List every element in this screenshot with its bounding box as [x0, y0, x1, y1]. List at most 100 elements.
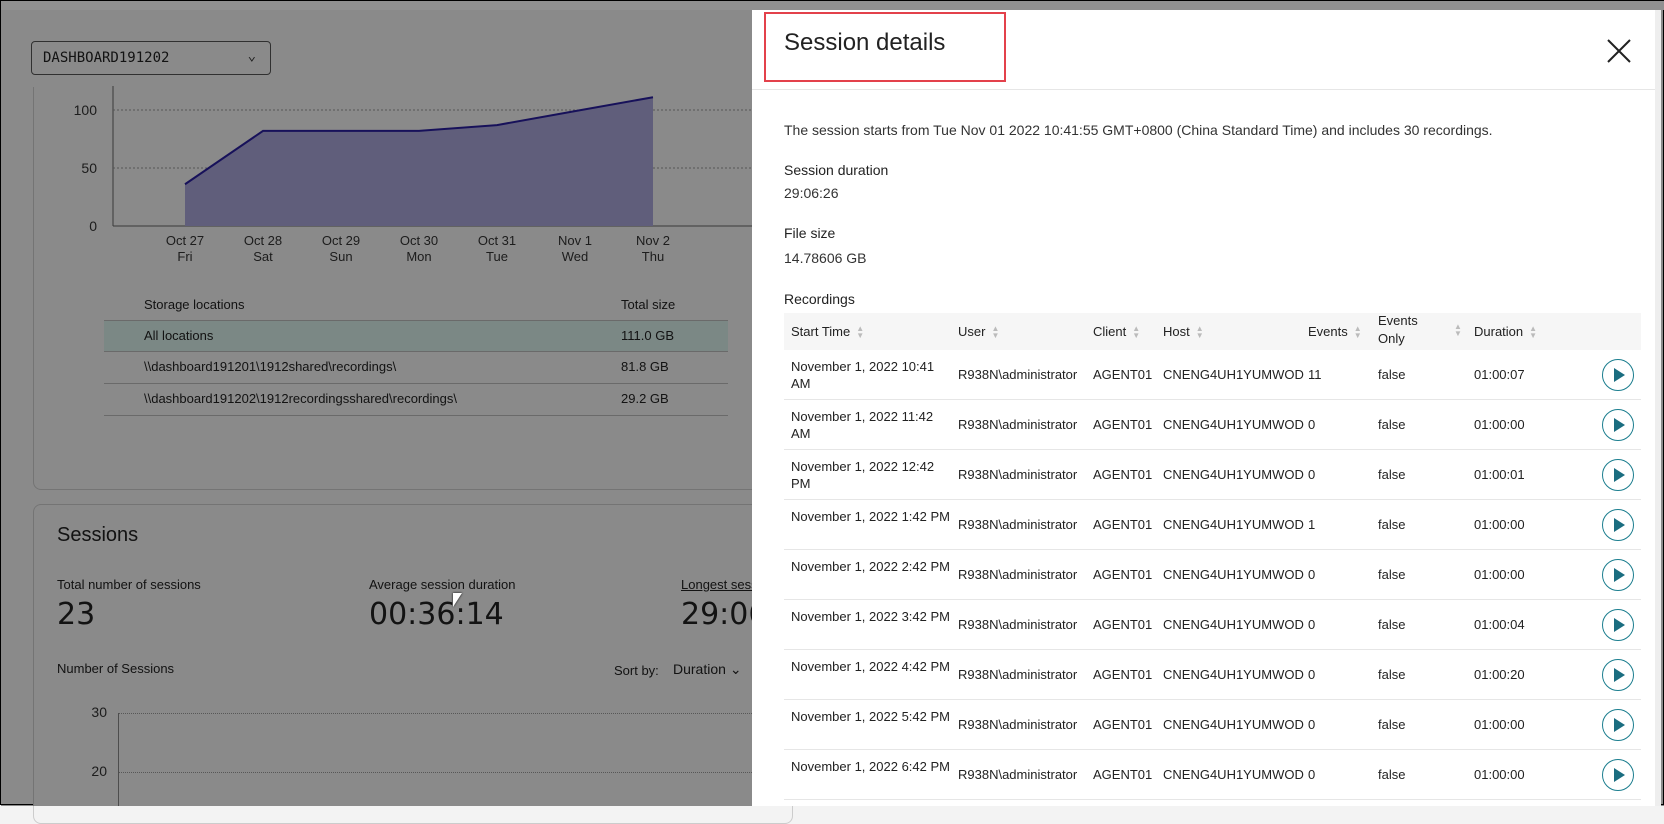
cell-events: 0 — [1308, 617, 1316, 632]
column-header-label: User — [958, 324, 986, 339]
recording-row: November 1, 2022 4:42 PM R938N\administra… — [784, 650, 1641, 700]
cell-user: R938N\administrator — [958, 417, 1078, 432]
cell-events-only: false — [1378, 567, 1406, 582]
mouse-cursor — [453, 593, 462, 607]
cell-host: CNENG4UH1YUMWOD — [1163, 567, 1304, 582]
divider — [752, 89, 1655, 90]
play-button[interactable] — [1602, 459, 1634, 491]
cell-start: November 1, 2022 10:41 AM — [791, 359, 935, 391]
file-size-label: File size — [784, 225, 836, 241]
column-header-label: Host — [1163, 324, 1190, 339]
cell-start: November 1, 2022 5:42 PM — [791, 709, 950, 724]
column-header[interactable]: Start Time ▲ ▼ — [791, 324, 864, 339]
column-header[interactable]: Events Only ▲ ▼ — [1378, 312, 1462, 348]
cell-user: R938N\administrator — [958, 567, 1078, 582]
play-button[interactable] — [1602, 759, 1634, 791]
cell-events-only: false — [1378, 417, 1406, 432]
cell-client: AGENT01 — [1093, 617, 1153, 632]
sort-icon: ▲ ▼ — [856, 323, 865, 340]
cell-events: 0 — [1308, 717, 1316, 732]
play-button[interactable] — [1602, 709, 1634, 741]
recording-row: November 1, 2022 1:42 PM R938N\administra… — [784, 500, 1641, 550]
cell-host: CNENG4UH1YUMWOD — [1163, 517, 1304, 532]
column-header-label: Duration — [1474, 324, 1524, 339]
cell-events-only: false — [1378, 667, 1406, 682]
cell-client: AGENT01 — [1093, 417, 1153, 432]
file-size-value: 14.78606 GB — [784, 250, 867, 266]
cell-client: AGENT01 — [1093, 567, 1153, 582]
sort-icon: ▲ ▼ — [1132, 323, 1141, 340]
sort-icon: ▲ ▼ — [1195, 323, 1204, 340]
cell-events-only: false — [1378, 517, 1406, 532]
cell-events-only: false — [1378, 367, 1406, 382]
recordings-label: Recordings — [784, 291, 855, 307]
cell-events-only: false — [1378, 467, 1406, 482]
column-header[interactable]: Host ▲ ▼ — [1163, 324, 1204, 339]
cell-events-only: false — [1378, 717, 1406, 732]
play-button[interactable] — [1602, 659, 1634, 691]
cell-client: AGENT01 — [1093, 767, 1153, 782]
cell-duration: 01:00:00 — [1474, 767, 1525, 782]
play-button[interactable] — [1602, 609, 1634, 641]
cell-host: CNENG4UH1YUMWOD — [1163, 367, 1304, 382]
column-header[interactable]: User ▲ ▼ — [958, 324, 999, 339]
play-button[interactable] — [1602, 409, 1634, 441]
close-icon[interactable] — [1604, 36, 1634, 66]
recording-row: November 1, 2022 11:42 AM R938N\administr… — [784, 400, 1641, 450]
session-details-panel: Session details The session starts from … — [752, 10, 1661, 806]
sort-icon: ▲ ▼ — [1529, 323, 1538, 340]
cell-start: November 1, 2022 4:42 PM — [791, 659, 950, 674]
play-button[interactable] — [1602, 359, 1634, 391]
column-header[interactable]: Events ▲ ▼ — [1308, 324, 1362, 339]
cell-client: AGENT01 — [1093, 717, 1153, 732]
cell-user: R938N\administrator — [958, 667, 1078, 682]
cell-host: CNENG4UH1YUMWOD — [1163, 717, 1304, 732]
cell-host: CNENG4UH1YUMWOD — [1163, 667, 1304, 682]
cell-user: R938N\administrator — [958, 467, 1078, 482]
cell-duration: 01:00:00 — [1474, 517, 1525, 532]
cell-user: R938N\administrator — [958, 717, 1078, 732]
cell-duration: 01:00:01 — [1474, 467, 1525, 482]
column-header-label: Client — [1093, 324, 1127, 339]
play-button[interactable] — [1602, 559, 1634, 591]
cell-duration: 01:00:00 — [1474, 567, 1525, 582]
cell-client: AGENT01 — [1093, 667, 1153, 682]
cell-user: R938N\administrator — [958, 617, 1078, 632]
cell-user: R938N\administrator — [958, 517, 1078, 532]
sort-icon: ▲ ▼ — [1353, 323, 1362, 340]
cell-duration: 01:00:20 — [1474, 667, 1525, 682]
column-header-label: Events Only — [1378, 313, 1418, 346]
cell-events: 0 — [1308, 467, 1316, 482]
cell-duration: 01:00:00 — [1474, 417, 1525, 432]
cell-events-only: false — [1378, 617, 1406, 632]
cell-start: November 1, 2022 1:42 PM — [791, 509, 950, 524]
cell-host: CNENG4UH1YUMWOD — [1163, 417, 1304, 432]
recording-row: November 1, 2022 3:42 PM R938N\administra… — [784, 600, 1641, 650]
sort-icon: ▲ ▼ — [1454, 322, 1462, 338]
column-header[interactable]: Duration ▲ ▼ — [1474, 324, 1537, 339]
duration-label: Session duration — [784, 162, 889, 178]
cell-start: November 1, 2022 12:42 PM — [791, 459, 935, 491]
cell-events: 0 — [1308, 567, 1316, 582]
cell-events: 0 — [1308, 767, 1316, 782]
cell-duration: 01:00:04 — [1474, 617, 1525, 632]
column-header-label: Start Time — [791, 324, 851, 339]
cell-events: 11 — [1308, 367, 1322, 382]
column-header[interactable]: Client ▲ ▼ — [1093, 324, 1140, 339]
cell-events: 0 — [1308, 667, 1316, 682]
cell-client: AGENT01 — [1093, 467, 1153, 482]
recording-row: November 1, 2022 2:42 PM R938N\administra… — [784, 550, 1641, 600]
cell-start: November 1, 2022 2:42 PM — [791, 559, 950, 574]
recording-row: November 1, 2022 6:42 PM R938N\administra… — [784, 750, 1641, 800]
recording-row: November 1, 2022 10:41 AM R938N\administr… — [784, 350, 1641, 400]
play-button[interactable] — [1602, 509, 1634, 541]
cell-client: AGENT01 — [1093, 517, 1153, 532]
cell-host: CNENG4UH1YUMWOD — [1163, 767, 1304, 782]
cell-events-only: false — [1378, 767, 1406, 782]
cell-start: November 1, 2022 6:42 PM — [791, 759, 950, 774]
cell-duration: 01:00:07 — [1474, 367, 1525, 382]
cell-events: 0 — [1308, 417, 1316, 432]
cell-user: R938N\administrator — [958, 367, 1078, 382]
cell-start: November 1, 2022 3:42 PM — [791, 609, 950, 624]
cell-host: CNENG4UH1YUMWOD — [1163, 467, 1304, 482]
